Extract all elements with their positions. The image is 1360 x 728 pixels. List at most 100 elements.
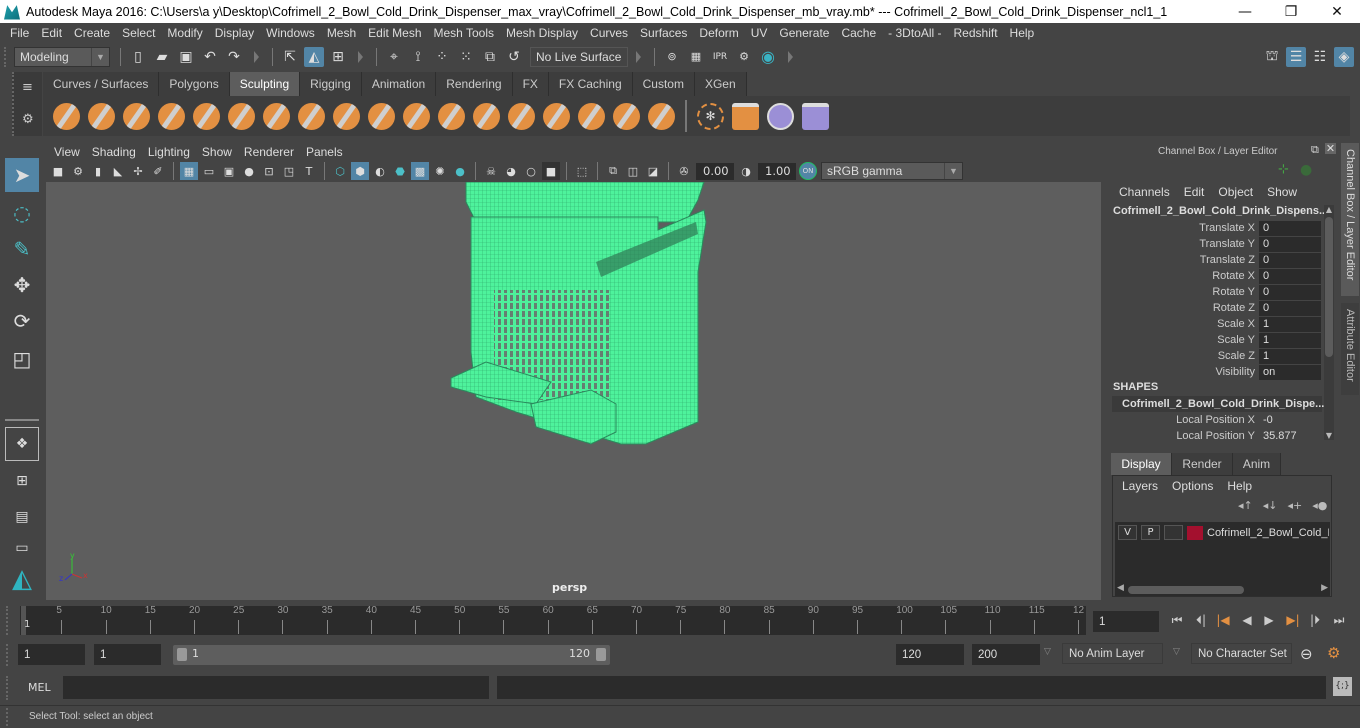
channel-box-toggle-icon[interactable]: ◈: [1334, 46, 1354, 67]
gate-mask-icon[interactable]: ●: [240, 162, 258, 180]
scroll-down-icon[interactable]: ▼: [1324, 431, 1334, 440]
go-to-end-icon[interactable]: ⏭: [1330, 611, 1348, 629]
open-scene-icon[interactable]: ▰: [152, 47, 172, 67]
range-slider[interactable]: 1 120: [173, 645, 610, 665]
viewport-menu-view[interactable]: View: [48, 145, 86, 159]
scroll-thumb[interactable]: [1128, 586, 1244, 594]
render-view-icon[interactable]: ⊚: [662, 47, 682, 67]
channel-value[interactable]: on: [1259, 364, 1321, 380]
drag-handle[interactable]: [6, 676, 14, 700]
channel-value[interactable]: 1: [1259, 316, 1321, 332]
move-layer-up-icon[interactable]: ◂↑: [1238, 499, 1253, 512]
gamma-field[interactable]: 1.00: [758, 162, 796, 180]
repeat-tool-icon[interactable]: [333, 102, 360, 130]
collapse-arrow-icon[interactable]: [254, 50, 259, 63]
anim-layer-dropdown[interactable]: No Anim Layer: [1062, 643, 1163, 664]
drag-handle[interactable]: [6, 606, 14, 635]
channel-value[interactable]: 1: [1259, 348, 1321, 364]
safe-action-icon[interactable]: ◳: [280, 162, 298, 180]
playback-start-field[interactable]: 1: [94, 644, 161, 665]
four-view-layout-icon[interactable]: ⊞: [5, 464, 39, 498]
undo-icon[interactable]: ↶: [200, 47, 220, 67]
channel-row[interactable]: Scale Y 1: [1110, 332, 1325, 348]
snap-live-icon[interactable]: ↺: [504, 47, 524, 67]
channel-value[interactable]: -0: [1259, 413, 1321, 428]
menu-select[interactable]: Select: [116, 26, 161, 40]
menu-redshift[interactable]: Redshift: [948, 26, 1004, 40]
snap-surface-icon[interactable]: ⧉: [480, 47, 500, 67]
layer-playback-toggle[interactable]: P: [1141, 525, 1160, 540]
gamma-icon[interactable]: ◑: [737, 162, 755, 180]
shelf-tab-polygons[interactable]: Polygons: [159, 72, 230, 96]
channel-row[interactable]: Rotate X 0: [1110, 268, 1325, 284]
motion-blur-icon[interactable]: ◫: [624, 162, 642, 180]
shelf-menu-icon[interactable]: ≡: [22, 80, 33, 95]
shadows-icon[interactable]: ●: [451, 162, 469, 180]
menu-windows[interactable]: Windows: [260, 26, 321, 40]
relax-tool-icon[interactable]: [123, 102, 150, 130]
viewport-menu-panels[interactable]: Panels: [300, 145, 349, 159]
maya-home-icon[interactable]: ◭: [5, 562, 39, 596]
scrape-tool-icon[interactable]: [438, 102, 465, 130]
animation-preferences-icon[interactable]: ⚙: [1327, 644, 1340, 662]
channel-value[interactable]: 0: [1259, 284, 1321, 300]
sculpt-settings-icon[interactable]: [802, 102, 829, 130]
channel-row[interactable]: Visibility on: [1110, 364, 1325, 380]
cb-menu-channels[interactable]: Channels: [1119, 185, 1170, 199]
channel-row[interactable]: Translate X 0: [1110, 220, 1325, 236]
menu-3dtoall[interactable]: - 3DtoAll -: [882, 26, 947, 40]
drag-handle[interactable]: [6, 644, 14, 666]
menu-generate[interactable]: Generate: [773, 26, 835, 40]
freeze-tool-icon[interactable]: [648, 102, 675, 130]
textured-icon[interactable]: ▩: [411, 162, 429, 180]
flatten-tool-icon[interactable]: [228, 102, 255, 130]
use-lights-icon[interactable]: ✺: [431, 162, 449, 180]
graph-layout-icon[interactable]: ▭: [5, 538, 39, 558]
menu-edit-mesh[interactable]: Edit Mesh: [362, 26, 427, 40]
channel-value[interactable]: 35.877: [1259, 429, 1321, 444]
menu-display[interactable]: Display: [209, 26, 260, 40]
channel-row[interactable]: Local Position X -0: [1110, 412, 1325, 428]
new-scene-icon[interactable]: ▯: [128, 47, 148, 67]
go-to-start-icon[interactable]: ⏮: [1168, 611, 1186, 629]
menu-file[interactable]: File: [4, 26, 35, 40]
layer-menu-options[interactable]: Options: [1172, 479, 1213, 493]
move-layer-down-icon[interactable]: ◂↓: [1263, 499, 1278, 512]
end-time-field[interactable]: 200: [972, 644, 1040, 665]
viewport-menu-shading[interactable]: Shading: [86, 145, 142, 159]
field-chart-icon[interactable]: ⊡: [260, 162, 278, 180]
layer-menu-layers[interactable]: Layers: [1122, 479, 1158, 493]
grease-pencil-icon[interactable]: ✐: [149, 162, 167, 180]
layer-tab-display[interactable]: Display: [1111, 453, 1172, 475]
amplify-tool-icon[interactable]: [613, 102, 640, 130]
smear-tool-icon[interactable]: [543, 102, 570, 130]
new-layer-from-selected-icon[interactable]: ◂●: [1312, 499, 1327, 512]
shelf-tab-custom[interactable]: Custom: [632, 72, 695, 96]
select-by-object-icon[interactable]: ◭: [304, 46, 324, 67]
channel-value[interactable]: 0: [1259, 252, 1321, 268]
sculpt-tool-icon[interactable]: [53, 102, 80, 130]
range-end-handle[interactable]: [596, 648, 606, 661]
color-management-toggle[interactable]: ON: [799, 162, 817, 180]
lasso-tool-icon[interactable]: ◌: [5, 196, 39, 230]
layer-name[interactable]: Cofrimell_2_Bowl_Cold_D: [1207, 527, 1329, 539]
character-set-dropdown[interactable]: No Character Set: [1191, 643, 1292, 664]
exposure-field[interactable]: 0.00: [696, 162, 734, 180]
collapse-arrow-icon[interactable]: [788, 50, 793, 63]
multisample-aa-icon[interactable]: ⧉: [604, 162, 622, 180]
rotate-tool-icon[interactable]: ⟳: [5, 304, 39, 338]
grid-icon[interactable]: ▦: [180, 162, 198, 180]
current-frame-field[interactable]: 1: [1093, 611, 1159, 632]
channel-row[interactable]: Local Position Y 35.877: [1110, 428, 1325, 444]
menu-uv[interactable]: UV: [745, 26, 774, 40]
render-frame-icon[interactable]: ▦: [686, 47, 706, 67]
channel-value[interactable]: 0: [1259, 268, 1321, 284]
pinch-tool-icon[interactable]: [193, 102, 220, 130]
speed-toggle-icon[interactable]: ●: [1300, 162, 1312, 178]
channel-row[interactable]: Scale Z 1: [1110, 348, 1325, 364]
collapse-arrow-icon[interactable]: [636, 50, 641, 63]
mel-label[interactable]: MEL: [28, 681, 51, 694]
layer-row[interactable]: V P Cofrimell_2_Bowl_Cold_D: [1118, 525, 1329, 540]
save-scene-icon[interactable]: ▣: [176, 47, 196, 67]
modeling-toolkit-icon[interactable]: ⛫: [1262, 47, 1282, 67]
